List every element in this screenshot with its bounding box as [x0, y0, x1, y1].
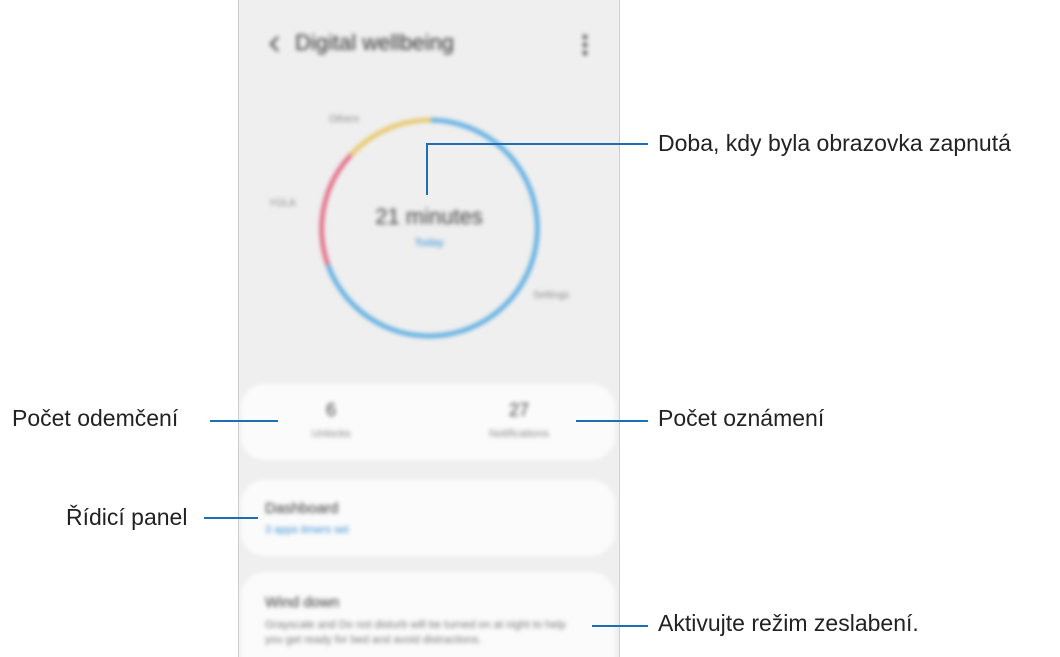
screen-time-ring [319, 117, 540, 338]
dashboard-subtitle: 3 apps timers set [265, 524, 349, 536]
unlocks-label: Unlocks [311, 428, 351, 440]
callout-line-screen-time [426, 143, 648, 145]
callout-notification-count: Počet oznámení [658, 405, 825, 431]
dashboard-title: Dashboard [265, 500, 339, 517]
callout-line-unlocks [210, 420, 278, 422]
callout-unlock-count: Počet odemčení [12, 405, 179, 431]
notifications-label: Notifications [489, 428, 549, 440]
ring-label-top: Others [329, 114, 360, 125]
wind-down-card[interactable]: Wind down Grayscale and Do not disturb w… [241, 572, 615, 657]
ring-label-right: Settings [533, 290, 570, 301]
dashboard-card[interactable]: Dashboard 3 apps timers set [241, 480, 615, 556]
ring-segment-secondary [349, 117, 432, 157]
stats-card[interactable]: 6 Unlocks 27 Notifications [241, 384, 615, 460]
callout-line-dashboard [204, 517, 258, 519]
screen-time-value: 21 minutes [375, 204, 483, 229]
notifications-value: 27 [508, 400, 530, 420]
screen-time-period: Today [414, 237, 444, 249]
callout-dashboard: Řídicí panel [66, 504, 188, 530]
callout-wind-down: Aktivujte režim zeslabení. [658, 610, 919, 636]
callout-screen-on-time: Doba, kdy byla obrazovka zapnutá [658, 130, 1011, 156]
unlocks-value: 6 [325, 400, 336, 420]
phone-screen: Digital wellbeing Others YOLA Settings 2… [238, 0, 620, 657]
wind-down-description: Grayscale and Do not disturb will be tur… [265, 619, 566, 646]
callout-line-screen-time [426, 143, 428, 195]
callout-line-wind-down [592, 625, 648, 627]
callout-line-notifications [576, 420, 648, 422]
wind-down-title: Wind down [265, 594, 340, 611]
